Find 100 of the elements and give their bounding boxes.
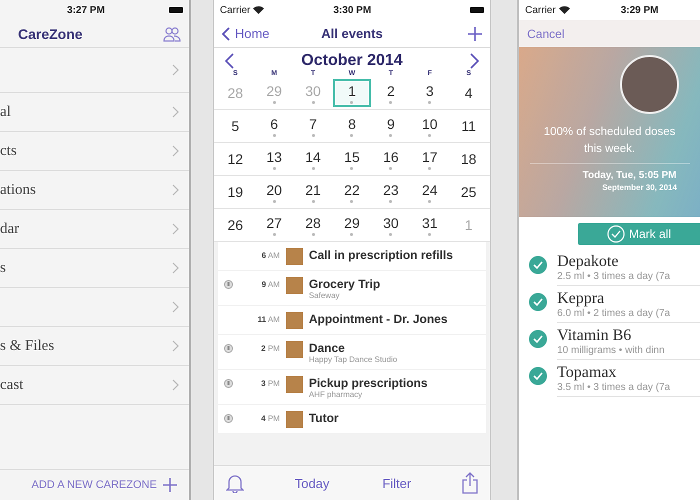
event-time: 4 PM (260, 413, 280, 423)
medication-name: Keppra (557, 290, 606, 308)
medication-schedule: 6.0 ml • 2 times a day (7a (557, 308, 672, 319)
back-link[interactable]: Home (222, 26, 292, 41)
status-time: 3:29 PM (620, 4, 658, 16)
today-button[interactable]: Today (292, 474, 332, 492)
calendar-day[interactable]: 13 (255, 145, 294, 173)
event-title: Pickup prescriptions (308, 376, 428, 390)
event-title: Dance (308, 341, 346, 355)
calendar-day[interactable]: 3 (410, 79, 449, 107)
calendar-day[interactable]: 7 (294, 112, 332, 140)
photo-placeholder (286, 411, 303, 428)
status-time: 3:30 PM (332, 4, 372, 16)
event-title: Tutor (308, 411, 339, 425)
calendar-day[interactable]: 12 (216, 145, 254, 173)
filter-button[interactable]: Filter (380, 474, 414, 492)
medication-name: Topamax (557, 364, 618, 382)
event-time: 9 AM (260, 279, 280, 289)
check-icon[interactable] (529, 293, 548, 311)
check-icon[interactable] (529, 256, 548, 274)
month-title: October 2014 (301, 52, 403, 70)
calendar-day[interactable]: 30 (372, 211, 410, 239)
menu-item[interactable]: cts (0, 132, 189, 171)
medication-name: Vitamin B6 (557, 327, 632, 345)
calendar-day[interactable]: 11 (450, 112, 488, 140)
check-icon[interactable] (529, 330, 548, 348)
next-month-icon[interactable] (470, 53, 480, 69)
menu-item[interactable]: s (0, 249, 189, 288)
event-row[interactable]: 11 AM Appointment - Dr. Jones (218, 306, 486, 334)
event-location: Happy Tap Dance Studio (308, 355, 398, 364)
bell-icon[interactable] (226, 473, 244, 493)
battery-icon (470, 7, 484, 13)
calendar-day[interactable]: 2 (372, 79, 410, 107)
photo-placeholder (286, 248, 303, 265)
medication-schedule: 2.5 ml • 3 times a day (7a (557, 271, 672, 282)
menu-item[interactable]: ations (0, 171, 189, 210)
photo-placeholder (286, 312, 303, 329)
menu-item[interactable]: al (0, 93, 189, 132)
add-icon[interactable] (468, 26, 482, 40)
add-carezone-button[interactable]: ADD A NEW CAREZONE (30, 476, 179, 494)
event-time: 11 AM (256, 314, 280, 324)
calendar-day[interactable]: 27 (255, 211, 294, 239)
calendar-day[interactable]: 9 (372, 112, 410, 140)
wifi-icon (253, 6, 264, 14)
event-row[interactable]: 9 AM Grocery Trip Safeway (218, 271, 486, 305)
event-row[interactable]: 3 PM Pickup prescriptions AHF pharmacy (218, 370, 486, 404)
calendar-day[interactable]: 18 (450, 145, 488, 173)
battery-icon (168, 7, 183, 13)
event-row[interactable]: 6 AM Call in prescription refills (218, 242, 486, 270)
chevron-left-icon (222, 26, 230, 40)
carrier-label: Carrier (220, 4, 250, 16)
calendar-day[interactable]: 22 (332, 178, 371, 206)
calendar-day[interactable]: 23 (372, 178, 410, 206)
calendar-day[interactable]: 16 (372, 145, 410, 173)
plus-icon (162, 478, 177, 492)
menu-item[interactable]: cast (0, 366, 189, 405)
dose-date: September 30, 2014 (602, 183, 677, 192)
check-icon[interactable] (529, 367, 548, 385)
calendar-day[interactable]: 6 (255, 112, 294, 140)
cancel-link[interactable]: Cancel (527, 26, 564, 40)
calendar-day[interactable]: 29 (332, 211, 371, 239)
calendar-day[interactable]: 25 (450, 178, 488, 206)
event-time: 3 PM (260, 378, 280, 388)
screen-title: CareZone (18, 26, 83, 42)
status-time: 3:27 PM (66, 4, 106, 16)
calendar-day[interactable]: 28 (294, 211, 332, 239)
event-row[interactable]: 2 PM Dance Happy Tap Dance Studio (218, 335, 486, 369)
menu-item[interactable]: dar (0, 210, 189, 249)
calendar-day[interactable]: 20 (255, 178, 294, 206)
menu-item[interactable]: s & Files (0, 327, 189, 366)
medication-name: Depakote (557, 253, 620, 271)
calendar-day[interactable]: 5 (216, 112, 254, 140)
photo-placeholder (286, 341, 303, 358)
screen-title: All events (320, 26, 384, 41)
calendar-day[interactable]: 26 (216, 211, 254, 239)
calendar-day[interactable]: 19 (216, 178, 254, 206)
dose-time: Today, Tue, 5:05 PM (582, 170, 677, 182)
carrier-label: Carrier (525, 4, 556, 16)
calendar-day[interactable]: 21 (294, 178, 332, 206)
dose-summary: 100% of scheduled doses this week. (542, 125, 676, 157)
calendar-day[interactable]: 10 (410, 112, 449, 140)
calendar-day[interactable]: 15 (332, 145, 371, 173)
medication-schedule: 10 milligrams • with dinn (557, 345, 666, 356)
event-title: Grocery Trip (308, 277, 380, 291)
medication-schedule: 3.5 ml • 3 times a day (7a (557, 382, 672, 393)
event-location: AHF pharmacy (308, 390, 364, 399)
calendar-day[interactable]: 8 (332, 112, 371, 140)
share-icon[interactable] (462, 472, 478, 494)
check-circle-icon (606, 225, 625, 243)
event-title: Appointment - Dr. Jones (308, 312, 448, 326)
calendar-day[interactable]: 1 (332, 79, 371, 107)
event-row[interactable]: 4 PM Tutor (218, 405, 486, 433)
calendar-day[interactable]: 24 (410, 178, 449, 206)
previous-month-icon[interactable] (224, 53, 234, 69)
calendar-day[interactable]: 14 (294, 145, 332, 173)
event-time: 6 AM (260, 250, 280, 260)
people-icon[interactable] (162, 26, 181, 42)
calendar-day[interactable]: 4 (450, 79, 488, 107)
calendar-day[interactable]: 17 (410, 145, 449, 173)
calendar-day[interactable]: 31 (410, 211, 449, 239)
